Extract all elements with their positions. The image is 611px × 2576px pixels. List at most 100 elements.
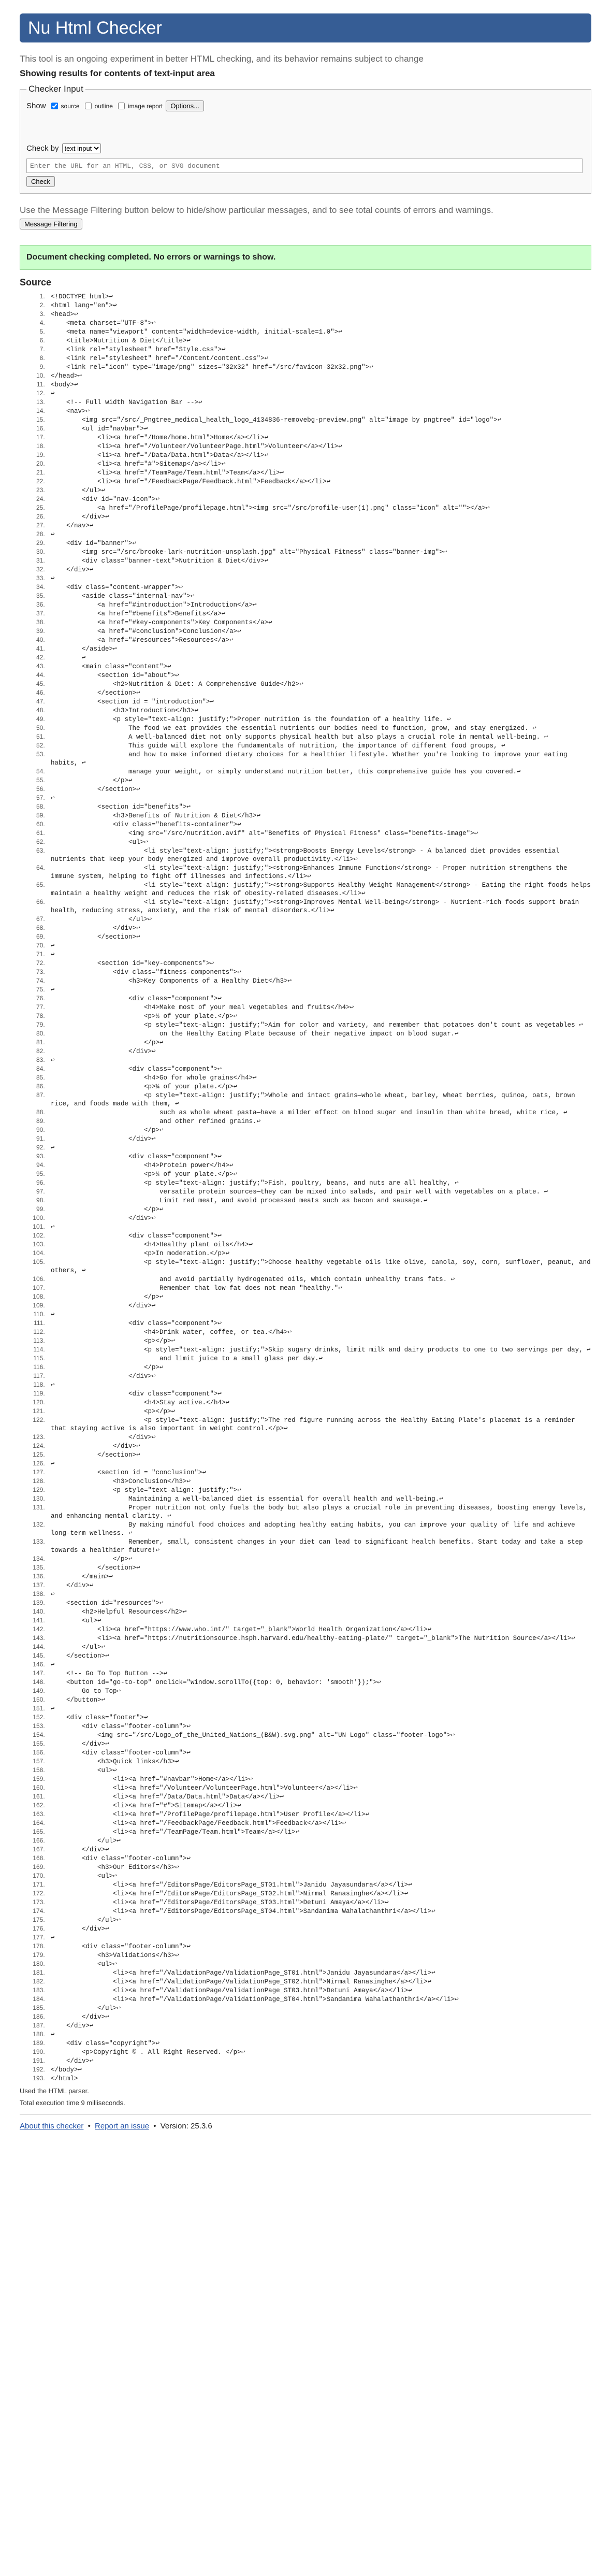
source-line: Remember, small, consistent changes in y…: [47, 1537, 591, 1555]
source-line: <a href="#key-components">Key Components…: [47, 618, 591, 627]
version-text: Version: 25.3.6: [160, 2122, 212, 2131]
source-line: <div class="footer-column">↩: [47, 1722, 591, 1731]
source-line: <li><a href="/ProfilePage/profilepage.ht…: [47, 1810, 591, 1819]
source-line: <h3>Key Components of a Healthy Diet</h3…: [47, 976, 591, 985]
url-input[interactable]: [26, 159, 583, 173]
source-line: <main class="content">↩: [47, 662, 591, 671]
source-line: </div>↩: [47, 1433, 591, 1442]
source-line: <div class="footer-column">↩: [47, 1854, 591, 1863]
source-line: <title>Nutrition & Diet</title>↩: [47, 336, 591, 345]
page-wrapper: Nu Html Checker This tool is an ongoing …: [0, 0, 611, 2131]
image-report-option[interactable]: image report: [116, 101, 163, 111]
source-line: <li><a href="#">Sitemap</a></li>↩: [47, 459, 591, 468]
source-line: <li><a href="/FeedbackPage/Feedback.html…: [47, 477, 591, 486]
show-options-row: Show source outline image report Options…: [26, 100, 585, 111]
message-filtering-button[interactable]: Message Filtering: [20, 219, 82, 229]
source-line: <h4>Make most of your meal vegetables an…: [47, 1003, 591, 1012]
source-line: The food we eat provides the essential n…: [47, 724, 591, 732]
source-line: <li><a href="/TeamPage/Team.html">Team</…: [47, 468, 591, 477]
source-line: <img src="/src/brooke-lark-nutrition-uns…: [47, 548, 591, 556]
source-line: and other refined grains.↩: [47, 1117, 591, 1126]
source-line: </ul>↩: [47, 1643, 591, 1651]
source-line: </div>↩: [47, 1301, 591, 1310]
source-line: <section id = "introduction">↩: [47, 697, 591, 706]
source-line: <h2>Nutrition & Diet: A Comprehensive Gu…: [47, 680, 591, 688]
source-line: </p>↩: [47, 1126, 591, 1134]
source-line: </ul>↩: [47, 2004, 591, 2012]
source-option[interactable]: source: [49, 101, 80, 111]
source-line: <meta charset="UTF-8">↩: [47, 319, 591, 327]
source-line: </div>↩: [47, 512, 591, 521]
options-button[interactable]: Options...: [166, 100, 204, 111]
image-report-checkbox[interactable]: [118, 103, 125, 109]
footer-links: About this checker • Report an issue • V…: [20, 2122, 591, 2131]
source-line: <p>In moderation.</p>↩: [47, 1249, 591, 1258]
source-line: <p>Copyright © . All Right Reserved. </p…: [47, 2048, 591, 2056]
source-line: ↩: [47, 950, 591, 959]
source-line: </button>↩: [47, 1695, 591, 1704]
separator-dot: •: [88, 2122, 91, 2131]
source-line: Proper nutrition not only fuels the body…: [47, 1503, 591, 1520]
source-line: </div>↩: [47, 1372, 591, 1380]
source-line: <div class="component">↩: [47, 1319, 591, 1328]
source-line: ↩: [47, 1459, 591, 1468]
source-line: <html lang="en">↩: [47, 301, 591, 310]
check-button[interactable]: Check: [26, 176, 55, 187]
source-line: <h4>Drink water, coffee, or tea.</h4>↩: [47, 1328, 591, 1336]
source-line: <p style="text-align: justify;">Fish, po…: [47, 1178, 591, 1187]
source-line: <ul>↩: [47, 1616, 591, 1625]
source-line: <h3>Our Editors</h3>↩: [47, 1863, 591, 1872]
source-line: <button id="go-to-top" onclick="window.s…: [47, 1678, 591, 1687]
source-line: </body>↩: [47, 2065, 591, 2074]
source-line: <!DOCTYPE html>↩: [47, 292, 591, 301]
source-line: ↩: [47, 794, 591, 802]
source-line: <li><a href="/Volunteer/VolunteerPage.ht…: [47, 1783, 591, 1792]
outline-option[interactable]: outline: [83, 101, 113, 111]
source-line: </ul>↩: [47, 915, 591, 924]
source-line: <ul>↩: [47, 1872, 591, 1880]
source-line: </div>↩: [47, 1739, 591, 1748]
source-line: <li><a href="/EditorsPage/EditorsPage_ST…: [47, 1898, 591, 1907]
source-line: <img src="/src/Logo_of_the_United_Nation…: [47, 1731, 591, 1739]
source-line: <p style="text-align: justify;">Whole an…: [47, 1091, 591, 1108]
source-line: <li><a href="#">Sitemap</a></li>↩: [47, 1801, 591, 1810]
source-line: </div>↩: [47, 1214, 591, 1222]
source-line: </section>↩: [47, 1563, 591, 1572]
about-checker-link[interactable]: About this checker: [20, 2122, 83, 2131]
source-line: <h3>Introduction</h3>↩: [47, 706, 591, 715]
parser-note: Used the HTML parser.: [20, 2087, 89, 2095]
page-header: Nu Html Checker: [20, 13, 591, 42]
source-line: <div class="copyright">↩: [47, 2039, 591, 2048]
source-line: on the Healthy Eating Plate because of t…: [47, 1029, 591, 1038]
filter-hint-text: Use the Message Filtering button below t…: [20, 205, 493, 215]
source-line: <div class="fitness-components">↩: [47, 968, 591, 976]
source-line: </div>↩: [47, 1845, 591, 1854]
source-line: <div class="content-wrapper">↩: [47, 583, 591, 592]
source-line: </div>↩: [47, 1047, 591, 1056]
source-line: ↩: [47, 1660, 591, 1669]
source-line: <link rel="icon" type="image/png" sizes=…: [47, 363, 591, 371]
source-label: source: [61, 102, 80, 110]
outline-checkbox[interactable]: [84, 103, 92, 109]
source-line: ↩: [47, 653, 591, 662]
source-line: <h3>Conclusion</h3>↩: [47, 1477, 591, 1486]
source-line: ↩: [47, 1056, 591, 1064]
source-checkbox[interactable]: [51, 103, 58, 109]
source-line: <div class="footer-column">↩: [47, 1942, 591, 1951]
check-by-select[interactable]: text input: [62, 143, 101, 153]
source-heading: Source: [20, 277, 52, 287]
report-issue-link[interactable]: Report an issue: [95, 2122, 149, 2131]
source-line: <p>¼ of your plate.</p>↩: [47, 1170, 591, 1178]
source-line: </div>↩: [47, 924, 591, 932]
source-line: ↩: [47, 1933, 591, 1942]
source-line: </p>↩: [47, 1555, 591, 1563]
source-line: Go to Top↩: [47, 1687, 591, 1695]
source-line: <li><a href="/TeamPage/Team.html">Team</…: [47, 1827, 591, 1836]
source-line: <h3>Benefits of Nutrition & Diet</h3>↩: [47, 811, 591, 820]
source-line: <li><a href="/ValidationPage/ValidationP…: [47, 1977, 591, 1986]
source-line: <div id="nav-icon">↩: [47, 495, 591, 503]
source-line: <li><a href="/EditorsPage/EditorsPage_ST…: [47, 1907, 591, 1916]
checker-input-legend: Checker Input: [28, 84, 83, 94]
source-line: </p>↩: [47, 1292, 591, 1301]
show-label: Show: [26, 102, 46, 110]
